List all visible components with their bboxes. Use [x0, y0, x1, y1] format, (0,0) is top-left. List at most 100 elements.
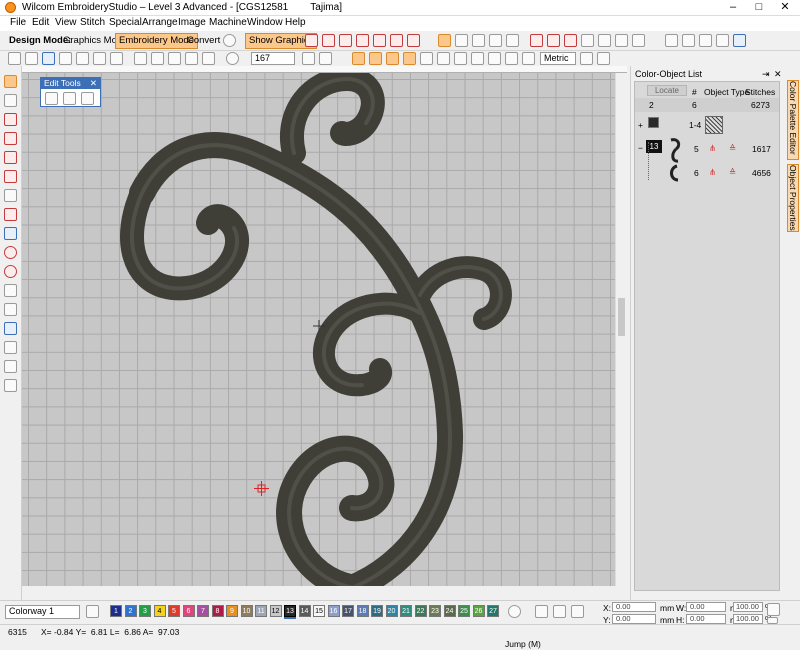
reshape-icon[interactable]	[4, 94, 17, 107]
print-icon[interactable]	[59, 52, 72, 65]
view-icon[interactable]	[302, 52, 315, 65]
stitch-effect-icon[interactable]	[615, 34, 628, 47]
horizontal-scrollbar[interactable]	[22, 586, 615, 598]
tool-icon[interactable]	[4, 322, 17, 335]
stitch-type-icon[interactable]	[322, 34, 335, 47]
expand-icon[interactable]: +	[638, 120, 643, 130]
color-swatch-23[interactable]: 23	[429, 605, 441, 617]
tab-color-palette-editor[interactable]: Color Palette Editor	[787, 80, 799, 160]
measure-icon[interactable]	[580, 52, 593, 65]
layout-icon[interactable]	[110, 52, 123, 65]
menu-image[interactable]: Image	[178, 17, 206, 28]
tool-icon[interactable]	[4, 360, 17, 373]
color-swatch-9[interactable]: 9	[226, 605, 238, 617]
menu-arrange[interactable]: Arrange	[142, 17, 178, 28]
stitch-type-icon[interactable]	[390, 34, 403, 47]
convert-button[interactable]: Convert	[183, 33, 224, 49]
color-tool-icon[interactable]	[571, 605, 584, 618]
digitize-line-icon[interactable]	[4, 113, 17, 126]
menu-help[interactable]: Help	[285, 17, 306, 28]
color-settings-icon[interactable]	[86, 605, 99, 618]
monogram-icon[interactable]	[4, 303, 17, 316]
add-color-icon[interactable]	[508, 605, 521, 618]
apply-icon[interactable]	[767, 617, 778, 624]
circle-icon[interactable]	[4, 246, 17, 259]
design-canvas[interactable]	[22, 73, 615, 586]
menu-stitch[interactable]: Stitch	[80, 17, 105, 28]
color-tool-icon[interactable]	[535, 605, 548, 618]
copy-icon[interactable]	[151, 52, 164, 65]
menu-file[interactable]: File	[10, 17, 26, 28]
stitch-effect-icon[interactable]	[564, 34, 577, 47]
digitize-run-icon[interactable]	[4, 151, 17, 164]
show-stitches-icon[interactable]	[386, 52, 399, 65]
color-swatch-22[interactable]: 22	[414, 605, 427, 617]
color-swatch-17[interactable]: 17	[342, 605, 354, 617]
scan-icon[interactable]	[93, 52, 106, 65]
undo-icon[interactable]	[185, 52, 198, 65]
color-swatch-7[interactable]: 7	[197, 605, 209, 617]
arrange-icon[interactable]	[665, 34, 678, 47]
display-icon[interactable]	[505, 52, 518, 65]
close-icon[interactable]: ✕	[90, 78, 97, 88]
arrange-icon[interactable]	[716, 34, 729, 47]
color-tool-icon[interactable]	[553, 605, 566, 618]
display-icon[interactable]	[488, 52, 501, 65]
colorway-select[interactable]: Colorway 1	[5, 605, 80, 619]
stitch-type-icon[interactable]	[339, 34, 352, 47]
digitize-satin-icon[interactable]	[4, 132, 17, 145]
show-stitches-icon[interactable]	[403, 52, 416, 65]
color-swatch-14[interactable]: 14	[298, 605, 311, 617]
minimize-button[interactable]: –	[720, 0, 746, 16]
color-swatch-13[interactable]: 13	[284, 605, 296, 617]
color-swatch-1[interactable]: 1	[110, 605, 122, 617]
stitch-effect-icon[interactable]	[530, 34, 543, 47]
color-swatch-5[interactable]: 5	[168, 605, 180, 617]
color-swatch-15[interactable]: 15	[313, 605, 325, 617]
open-icon[interactable]	[25, 52, 38, 65]
digitize-fill-icon[interactable]	[4, 170, 17, 183]
display-icon[interactable]	[471, 52, 484, 65]
height-percent-field[interactable]: 100.00	[733, 614, 763, 624]
globe-icon[interactable]	[223, 34, 236, 47]
show-stitches-icon[interactable]	[369, 52, 382, 65]
table-row[interactable]: + 1-4	[635, 114, 779, 136]
close-button[interactable]: ✕	[772, 0, 798, 16]
tab-object-properties[interactable]: Object Properties	[787, 164, 799, 232]
new-icon[interactable]	[8, 52, 21, 65]
color-swatch-24[interactable]: 24	[443, 605, 456, 617]
arc-icon[interactable]	[4, 265, 17, 278]
menu-window[interactable]: Window	[247, 17, 283, 28]
units-combo[interactable]: Metric	[540, 52, 576, 65]
table-row[interactable]: 2 6 6273	[635, 98, 779, 112]
collapse-icon[interactable]: −	[638, 143, 643, 153]
height-field[interactable]: 0.00	[686, 614, 726, 624]
zoom-icon[interactable]	[226, 52, 239, 65]
save-icon[interactable]	[42, 52, 55, 65]
table-row[interactable]: 6 ⋔ ≙ 4656	[635, 162, 779, 184]
stitch-type-icon[interactable]	[373, 34, 386, 47]
menu-edit[interactable]: Edit	[32, 17, 49, 28]
measure-icon[interactable]	[597, 52, 610, 65]
effect-icon[interactable]	[438, 34, 451, 47]
tool-icon[interactable]	[4, 189, 17, 202]
arrange-icon[interactable]	[733, 34, 746, 47]
tool-icon[interactable]	[4, 379, 17, 392]
color-swatch-6[interactable]: 6	[182, 605, 195, 617]
effect-icon[interactable]	[489, 34, 502, 47]
color-swatch-3[interactable]: 3	[139, 605, 151, 617]
vertical-scrollbar[interactable]	[615, 73, 627, 586]
color-swatch-2[interactable]: 2	[124, 605, 137, 617]
effect-icon[interactable]	[455, 34, 468, 47]
color-swatch-4[interactable]: 4	[153, 605, 166, 617]
color-swatch-21[interactable]: 21	[400, 605, 412, 617]
lettering-icon[interactable]	[4, 284, 17, 297]
close-icon[interactable]: ✕	[774, 69, 782, 80]
scroll-thumb[interactable]	[618, 298, 625, 336]
stitch-type-icon[interactable]	[356, 34, 369, 47]
width-percent-field[interactable]: 100.00	[733, 602, 763, 612]
select-arrow-icon[interactable]	[4, 75, 17, 88]
width-field[interactable]: 0.00	[686, 602, 726, 612]
table-row[interactable]: − 13 5 ⋔ ≙ 1617	[635, 138, 779, 160]
stitch-effect-icon[interactable]	[581, 34, 594, 47]
